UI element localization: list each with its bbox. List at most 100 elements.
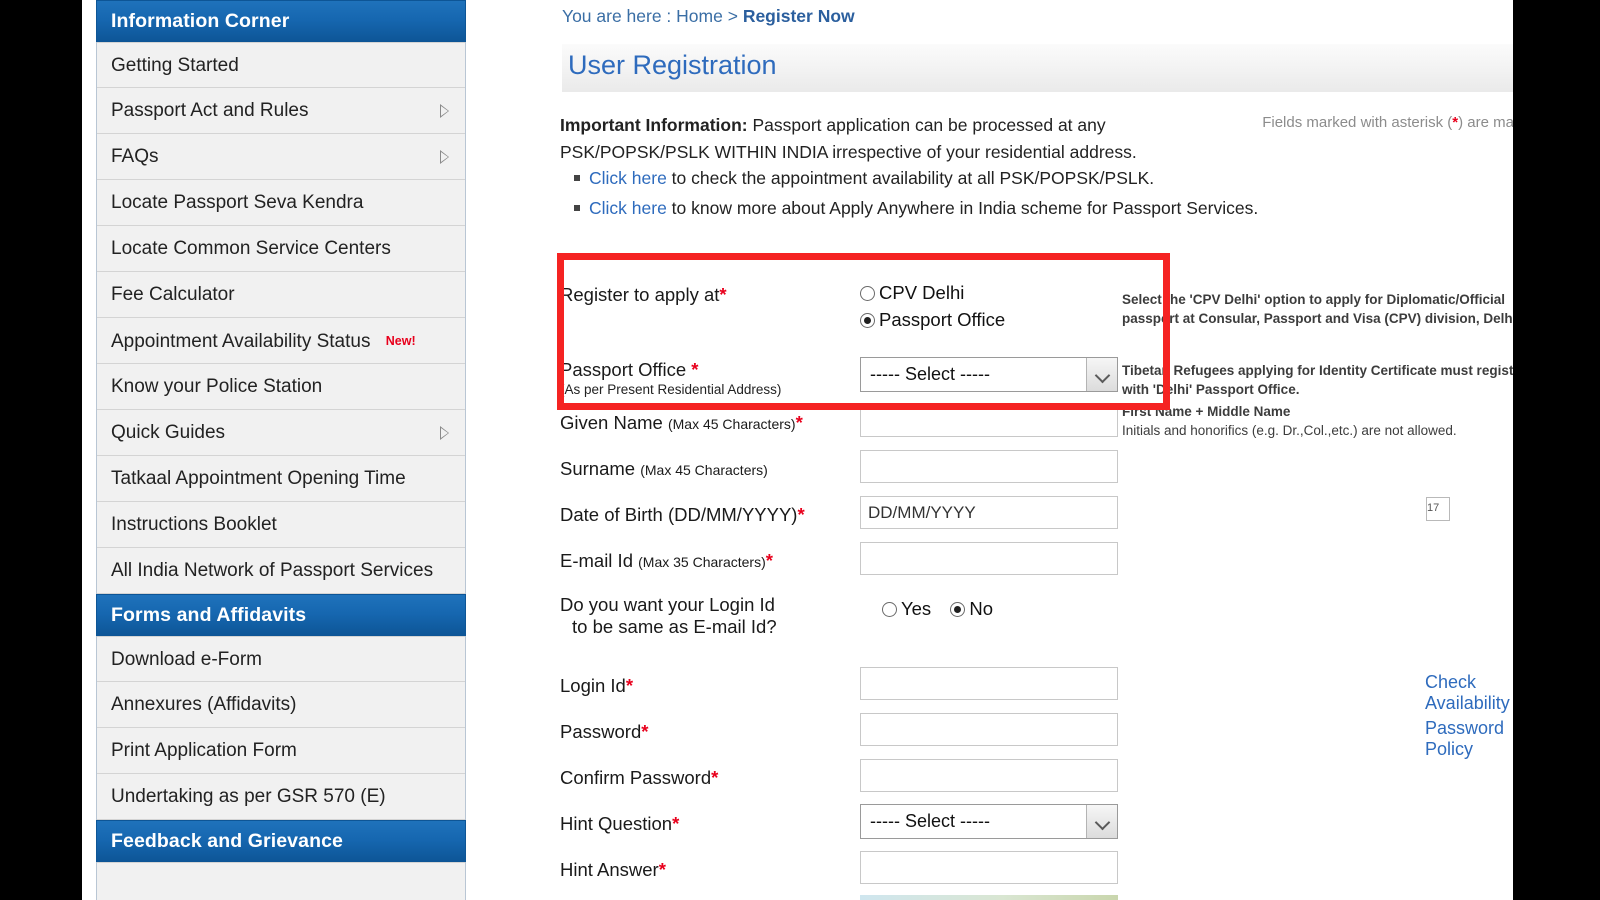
click-here-link-appointment[interactable]: Click here (589, 168, 667, 188)
surname-input[interactable] (860, 450, 1118, 483)
radio-option-yes[interactable]: Yes (882, 598, 931, 620)
password-input[interactable] (860, 713, 1118, 746)
breadcrumb-prefix: You are here : (562, 6, 677, 26)
asterisk-icon: * (719, 284, 727, 305)
password-policy-link[interactable]: Password Policy (1425, 718, 1504, 760)
input-wrapper-login-id: Check Availability (860, 667, 1510, 713)
date-of-birth-input[interactable] (860, 496, 1118, 529)
sidebar-item-download-e-form[interactable]: Download e-Form (97, 636, 465, 682)
browser-page: Information Corner Getting Started Passp… (82, 0, 1513, 900)
sidebar-item-label: Quick Guides (111, 422, 226, 443)
label-small-text: (Max 45 Characters) (640, 462, 768, 478)
check-availability-link[interactable]: Check Availability (1425, 672, 1510, 714)
select-wrapper-hint-question: ----- Select ----- (860, 804, 1118, 839)
field-row-hint-question: Hint Question* ----- Select ----- (560, 803, 1513, 848)
sidebar-item-appointment-availability-status[interactable]: Appointment Availability Status New! (97, 318, 465, 364)
sidebar-item-passport-act-and-rules[interactable]: Passport Act and Rules (97, 88, 465, 134)
asterisk-icon: * (672, 813, 680, 834)
asterisk-icon: * (641, 721, 649, 742)
radio-icon-selected[interactable] (860, 313, 875, 328)
label-hint-question: Hint Question* (560, 813, 850, 835)
registration-form: Register to apply at* CPV Delhi Passport… (560, 268, 1513, 900)
sidebar-list-feedback-and-grievance (96, 862, 466, 900)
hint-given-name: First Name + Middle Name Initials and ho… (1122, 402, 1513, 440)
input-wrapper-given-name (860, 404, 1118, 437)
label-date-of-birth: Date of Birth (DD/MM/YYYY)* (560, 504, 850, 526)
label-text: Password (560, 721, 642, 742)
select-hint-question[interactable]: ----- Select ----- (860, 804, 1118, 839)
sidebar-item-locate-common-service-centers[interactable]: Locate Common Service Centers (97, 226, 465, 272)
radio-group-login-same-as-email: Yes No (882, 598, 1007, 620)
radio-option-passport-office[interactable]: Passport Office (860, 309, 1005, 331)
hint-answer-input[interactable] (860, 851, 1118, 884)
bullet-text: to check the appointment availability at… (666, 168, 1155, 188)
breadcrumb-home[interactable]: Home (676, 6, 723, 26)
breadcrumb-separator: > (722, 6, 743, 26)
new-badge: New! (385, 334, 416, 348)
sidebar-item-know-your-police-station[interactable]: Know your Police Station (97, 364, 465, 410)
asterisk-icon: * (658, 859, 666, 880)
radio-option-no[interactable]: No (950, 598, 993, 620)
label-hint-answer: Hint Answer* (560, 859, 850, 881)
chevron-down-icon[interactable] (1086, 358, 1117, 391)
select-passport-office[interactable]: ----- Select ----- (860, 357, 1118, 392)
sidebar-item-label: Locate Common Service Centers (111, 238, 391, 259)
radio-icon[interactable] (860, 286, 875, 301)
sidebar-item-locate-passport-seva-kendra[interactable]: Locate Passport Seva Kendra (97, 180, 465, 226)
hint-register-at: Select the 'CPV Delhi' option to apply f… (1122, 292, 1513, 327)
sidebar-list-information-corner: Getting Started Passport Act and Rules F… (96, 42, 466, 594)
sidebar-item-faqs[interactable]: FAQs (97, 134, 465, 180)
captcha-image (860, 895, 1118, 900)
calendar-icon[interactable]: 17 (1426, 497, 1450, 521)
label-text: Hint Question (560, 813, 673, 834)
sidebar-heading-information-corner: Information Corner (96, 0, 466, 42)
select-value: ----- Select ----- (870, 811, 990, 831)
radio-icon[interactable] (882, 602, 897, 617)
select-value: ----- Select ----- (870, 364, 990, 384)
sidebar-heading-forms-and-affidavits: Forms and Affidavits (96, 594, 466, 636)
asterisk-icon: * (765, 550, 773, 571)
sidebar-item-instructions-booklet[interactable]: Instructions Booklet (97, 502, 465, 548)
label-password: Password* (560, 721, 850, 743)
confirm-password-input[interactable] (860, 759, 1118, 792)
radio-line-yes-no: Yes No (882, 598, 1007, 620)
sidebar-item-label: Fee Calculator (111, 284, 235, 305)
click-here-link-apply-anywhere[interactable]: Click here (589, 198, 667, 218)
sidebar-item-quick-guides[interactable]: Quick Guides (97, 410, 465, 456)
sidebar-item-tatkaal-appointment-opening-time[interactable]: Tatkaal Appointment Opening Time (97, 456, 465, 502)
label-passport-office: Passport Office * (As per Present Reside… (560, 359, 850, 398)
field-row-login-id: Login Id* Check Availability (560, 665, 1513, 713)
chevron-right-icon (440, 425, 449, 440)
email-input[interactable] (860, 542, 1118, 575)
input-wrapper-hint-answer (860, 851, 1118, 884)
sidebar-item-placeholder[interactable] (97, 862, 465, 900)
important-information: Important Information: Passport applicat… (560, 112, 1160, 166)
sidebar-section-feedback-and-grievance: Feedback and Grievance (96, 820, 466, 900)
label-given-name: Given Name (Max 45 Characters)* (560, 412, 850, 434)
sidebar-item-print-application-form[interactable]: Print Application Form (97, 728, 465, 774)
label-email: E-mail Id (Max 35 Characters)* (560, 550, 850, 572)
label-text: Surname (560, 458, 641, 479)
sidebar-item-fee-calculator[interactable]: Fee Calculator (97, 272, 465, 318)
mandatory-note-pre: Fields marked with asterisk ( (1262, 114, 1453, 131)
field-row-date-of-birth: Date of Birth (DD/MM/YYYY)* 17 (560, 494, 1513, 539)
chevron-down-icon[interactable] (1086, 805, 1117, 838)
radio-icon-selected[interactable] (950, 602, 966, 617)
radio-group-register-at: CPV Delhi Passport Office (860, 282, 1005, 331)
given-name-input[interactable] (860, 404, 1118, 437)
sidebar-item-all-india-network-of-passport-services[interactable]: All India Network of Passport Services (97, 548, 465, 594)
sidebar-item-getting-started[interactable]: Getting Started (97, 42, 465, 88)
asterisk-icon: * (711, 767, 719, 788)
radio-label: CPV Delhi (879, 282, 965, 303)
sidebar-item-annexures-affidavits[interactable]: Annexures (Affidavits) (97, 682, 465, 728)
sidebar-item-label: Annexures (Affidavits) (111, 694, 297, 715)
breadcrumb: You are here : Home > Register Now (562, 6, 855, 27)
hint-text: Initials and honorifics (e.g. Dr.,Col.,e… (1122, 423, 1457, 439)
field-row-email: E-mail Id (Max 35 Characters)* (560, 540, 1513, 585)
bullet-square-icon (574, 204, 580, 211)
page-title: User Registration (568, 50, 777, 80)
sidebar: Information Corner Getting Started Passp… (96, 0, 466, 900)
sidebar-item-undertaking-gsr-570-e[interactable]: Undertaking as per GSR 570 (E) (97, 774, 465, 820)
radio-option-cpv-delhi[interactable]: CPV Delhi (860, 282, 1005, 304)
login-id-input[interactable] (860, 667, 1118, 700)
